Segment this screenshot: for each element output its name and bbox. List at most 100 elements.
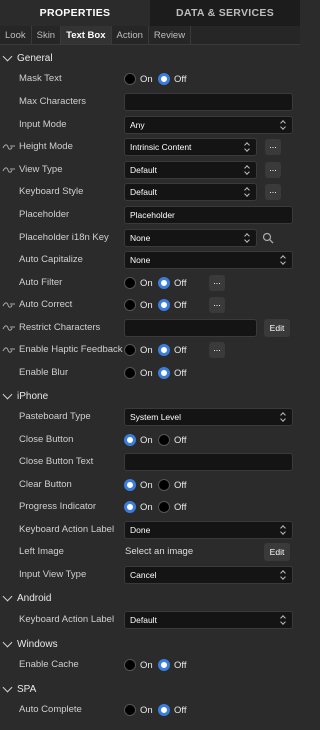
auto-capitalize-value: None xyxy=(130,255,151,265)
enable-cache-label: Enable Cache xyxy=(19,659,79,670)
placeholder-i18n-select[interactable]: None xyxy=(124,229,257,247)
mask-text-on-radio[interactable] xyxy=(124,73,136,85)
input-view-type-label: Input View Type xyxy=(19,569,87,580)
auto-filter-on-radio[interactable] xyxy=(124,277,136,289)
enable-haptic-on-radio[interactable] xyxy=(124,344,136,356)
auto-complete-on-radio[interactable] xyxy=(124,704,136,716)
row-input-view-type: Input View Type Cancel xyxy=(0,565,300,585)
mask-text-off-radio[interactable] xyxy=(158,73,170,85)
auto-filter-label: Auto Filter xyxy=(19,277,63,288)
linked-property-icon xyxy=(2,302,15,308)
tab-review[interactable]: Review xyxy=(149,26,192,44)
auto-filter-more-button[interactable]: ... xyxy=(209,275,225,291)
radio-off-label: Off xyxy=(174,659,187,671)
linked-property-icon xyxy=(2,347,15,353)
auto-filter-off-radio[interactable] xyxy=(158,277,170,289)
section-iphone[interactable]: iPhone xyxy=(0,388,300,404)
auto-correct-more-button[interactable]: ... xyxy=(209,297,225,313)
android-keyboard-action-label-select[interactable]: Default xyxy=(124,611,293,629)
row-auto-correct: Auto Correct On Off ... xyxy=(0,295,300,315)
section-android[interactable]: Android xyxy=(0,590,300,606)
keyboard-style-value: Default xyxy=(130,187,157,197)
row-progress-indicator: Progress Indicator On Off xyxy=(0,497,300,517)
keyboard-style-select[interactable]: Default xyxy=(124,183,257,201)
tab-text-box[interactable]: Text Box xyxy=(61,26,112,44)
enable-blur-off-radio[interactable] xyxy=(158,367,170,379)
auto-capitalize-select[interactable]: None xyxy=(124,251,293,269)
section-spa[interactable]: SPA xyxy=(0,681,300,697)
height-mode-more-button[interactable]: ... xyxy=(265,139,281,155)
updown-arrows-icon xyxy=(280,120,286,130)
view-type-select[interactable]: Default xyxy=(124,161,257,179)
row-clear-button: Clear Button On Off xyxy=(0,475,300,495)
search-icon[interactable] xyxy=(262,232,274,244)
tab-data-services[interactable]: DATA & SERVICES xyxy=(150,0,300,26)
left-image-edit-button[interactable]: Edit xyxy=(264,543,290,561)
close-button-on-radio[interactable] xyxy=(124,434,136,446)
section-general[interactable]: General xyxy=(0,50,300,66)
height-mode-select[interactable]: Intrinsic Content xyxy=(124,138,257,156)
enable-cache-on-radio[interactable] xyxy=(124,659,136,671)
enable-haptic-more-button[interactable]: ... xyxy=(209,342,225,358)
auto-correct-off-radio[interactable] xyxy=(158,299,170,311)
enable-blur-on-radio[interactable] xyxy=(124,367,136,379)
tab-look[interactable]: Look xyxy=(0,26,32,44)
input-mode-select[interactable]: Any xyxy=(124,116,293,134)
clear-button-label: Clear Button xyxy=(19,479,72,490)
row-placeholder-i18n: Placeholder i18n Key None xyxy=(0,228,300,248)
keyboard-action-label-select[interactable]: Done xyxy=(124,521,293,539)
tab-properties[interactable]: PROPERTIES xyxy=(0,0,150,26)
radio-on-label: On xyxy=(140,299,153,311)
section-title: Android xyxy=(17,592,52,604)
android-keyboard-action-label-label: Keyboard Action Label xyxy=(19,614,115,625)
close-button-text-input[interactable] xyxy=(124,453,293,471)
radio-on-label: On xyxy=(140,434,153,446)
tab-skin[interactable]: Skin xyxy=(32,26,62,44)
placeholder-i18n-value: None xyxy=(130,233,151,243)
tab-action[interactable]: Action xyxy=(112,26,149,44)
section-title: General xyxy=(17,52,53,64)
radio-off-label: Off xyxy=(174,367,187,379)
radio-on-label: On xyxy=(140,479,153,491)
clear-button-on-radio[interactable] xyxy=(124,479,136,491)
progress-indicator-radio-group: On Off xyxy=(124,500,192,514)
android-keyboard-action-label-value: Default xyxy=(130,615,157,625)
enable-blur-radio-group: On Off xyxy=(124,366,192,380)
keyboard-style-more-button[interactable]: ... xyxy=(265,184,281,200)
section-windows[interactable]: Windows xyxy=(0,636,300,652)
row-pasteboard-type: Pasteboard Type System Level xyxy=(0,407,300,427)
enable-haptic-off-radio[interactable] xyxy=(158,344,170,356)
input-view-type-select[interactable]: Cancel xyxy=(124,566,293,584)
view-type-more-button[interactable]: ... xyxy=(265,162,281,178)
radio-off-label: Off xyxy=(174,479,187,491)
keyboard-action-label-label: Keyboard Action Label xyxy=(19,524,115,535)
row-keyboard-action-label: Keyboard Action Label Done xyxy=(0,520,300,540)
placeholder-input[interactable]: Placeholder xyxy=(124,206,293,224)
auto-complete-label: Auto Complete xyxy=(19,704,82,715)
clear-button-off-radio[interactable] xyxy=(158,479,170,491)
pasteboard-type-label: Pasteboard Type xyxy=(19,411,91,422)
auto-correct-on-radio[interactable] xyxy=(124,299,136,311)
enable-cache-radio-group: On Off xyxy=(124,658,192,672)
radio-on-label: On xyxy=(140,659,153,671)
progress-indicator-off-radio[interactable] xyxy=(158,501,170,513)
restrict-characters-input[interactable] xyxy=(124,319,257,337)
auto-complete-off-radio[interactable] xyxy=(158,704,170,716)
enable-blur-label: Enable Blur xyxy=(19,367,69,378)
row-enable-blur: Enable Blur On Off xyxy=(0,363,300,383)
enable-cache-off-radio[interactable] xyxy=(158,659,170,671)
row-close-button-text: Close Button Text xyxy=(0,452,300,472)
row-keyboard-style: Keyboard Style Default ... xyxy=(0,182,300,202)
height-mode-value: Intrinsic Content xyxy=(130,142,192,152)
max-characters-input[interactable] xyxy=(124,93,293,111)
restrict-characters-edit-button[interactable]: Edit xyxy=(264,319,290,337)
linked-property-icon xyxy=(2,325,15,331)
close-button-off-radio[interactable] xyxy=(158,434,170,446)
input-mode-label: Input Mode xyxy=(19,119,67,130)
radio-off-label: Off xyxy=(174,344,187,356)
pasteboard-type-select[interactable]: System Level xyxy=(124,408,293,426)
chevron-down-icon xyxy=(2,637,13,648)
row-auto-complete: Auto Complete On Off xyxy=(0,700,300,720)
radio-off-label: Off xyxy=(174,434,187,446)
progress-indicator-on-radio[interactable] xyxy=(124,501,136,513)
